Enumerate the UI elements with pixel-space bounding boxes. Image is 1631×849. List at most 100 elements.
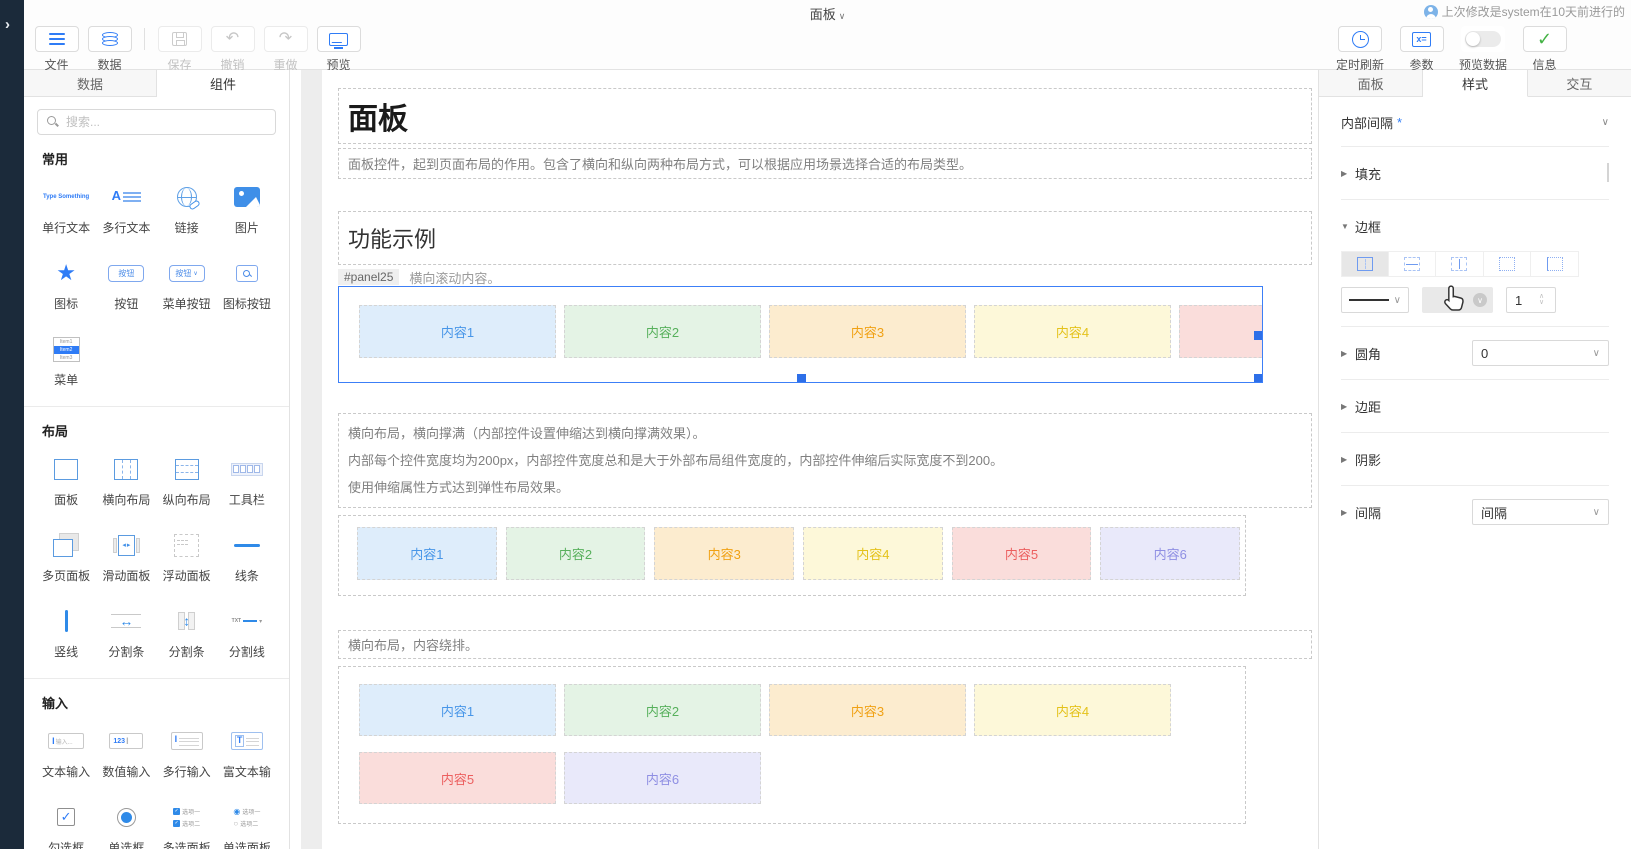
expand-panel-icon[interactable]: › (5, 16, 10, 33)
content-box[interactable]: 内容5 (359, 752, 556, 804)
panel-content-wrap[interactable]: 内容1 内容2 内容3 内容4 内容5 内容6 (338, 666, 1246, 824)
radius-row[interactable]: ▶ 圆角 0 ∨ (1341, 340, 1609, 366)
component-h-layout[interactable]: 横向布局 (96, 452, 156, 508)
component-line[interactable]: 线条 (217, 528, 277, 584)
component-label: 图标 (54, 297, 79, 311)
component-radio-panel[interactable]: ◉ 选项一 ○ 选项二 单选面板 (217, 800, 277, 849)
content-box[interactable]: 内容6 (1100, 527, 1241, 580)
border-left-button[interactable] (1531, 251, 1579, 277)
border-inner-vertical-button[interactable] (1436, 251, 1484, 277)
component-splitter-h[interactable]: ↔ 分割条 (96, 604, 156, 660)
content-box[interactable]: 内容2 (505, 527, 646, 580)
content-box[interactable]: 内容2 (564, 684, 761, 736)
stepper-icons[interactable]: ∧ ∨ (1539, 293, 1544, 306)
component-menu-button[interactable]: 按钮 ∨ 菜单按钮 (157, 256, 217, 312)
search-input[interactable] (37, 109, 276, 135)
file-button[interactable]: 文件 (30, 26, 83, 73)
component-checkbox-panel[interactable]: ✓ 选项一 ✓ 选项二 多选面板 (157, 800, 217, 849)
component-image[interactable]: 图片 (217, 180, 277, 236)
component-vline[interactable]: 竖线 (36, 604, 96, 660)
component-grid-input: I 输入... 文本输入 123 I 数值输入 I 多行输入 T 富文本输 ✓ 勾选… (36, 724, 277, 849)
component-v-layout[interactable]: 纵向布局 (157, 452, 217, 508)
border-all-button[interactable] (1341, 251, 1389, 277)
section-heading-widget[interactable]: 功能示例 (338, 211, 1312, 265)
wrap-text-widget[interactable]: 横向布局，内容绕排。 (338, 630, 1312, 659)
panel3-box-wrap: 内容1 内容2 内容3 内容4 内容5 内容6 (359, 684, 1229, 804)
timer-refresh-button[interactable]: 定时刷新 (1329, 26, 1391, 73)
border-row[interactable]: ▼ 边框 (1341, 213, 1609, 239)
paragraph-text-widget[interactable]: 横向布局，横向撑满（内部控件设置伸缩达到横向撑满效果）。 内部每个控件宽度均为2… (338, 413, 1312, 508)
content-box[interactable]: 内容6 (564, 752, 761, 804)
content-box[interactable]: 内容4 (974, 684, 1171, 736)
component-slide-panel[interactable]: ◂ ▸ 滑动面板 (96, 528, 156, 584)
component-menu[interactable]: Item1 Item2 Item3 菜单 (36, 332, 96, 388)
border-inner-horizontal-button[interactable] (1388, 251, 1437, 277)
radius-label: 圆角 (1355, 346, 1382, 362)
content-box[interactable]: 内容4 (974, 305, 1171, 358)
component-button[interactable]: 按钮 按钮 (96, 256, 156, 312)
preview-data-toggle[interactable]: 预览数据 (1452, 26, 1514, 73)
panel-horizontal-stretch[interactable]: 内容1 内容2 内容3 内容4 内容5 内容6 (338, 515, 1246, 596)
tab-interaction[interactable]: 交互 (1527, 70, 1631, 97)
params-button[interactable]: x= 参数 (1395, 26, 1448, 73)
content-box[interactable]: 内容3 (654, 527, 795, 580)
fill-none-swatch[interactable] (1607, 163, 1609, 182)
tab-data[interactable]: 数据 (24, 70, 157, 97)
content-box[interactable]: 内容3 (769, 305, 966, 358)
border-width-field[interactable] (1507, 292, 1537, 308)
info-button[interactable]: ✓ 信息 (1518, 26, 1571, 73)
component-richtext-input[interactable]: T 富文本输 (217, 724, 277, 780)
content-box[interactable]: 内容4 (803, 527, 943, 580)
border-width-input[interactable]: ∧∨ (1506, 287, 1556, 313)
resize-handle-right[interactable] (1254, 331, 1262, 340)
component-single-text[interactable]: Type Something 单行文本 (36, 180, 96, 236)
component-checkbox[interactable]: ✓ 勾选框 (36, 800, 96, 849)
user-avatar-icon (1423, 4, 1438, 19)
border-style-select[interactable]: ∨ (1341, 287, 1409, 313)
component-multipage-panel[interactable]: 多页面板 (36, 528, 96, 584)
tab-panel[interactable]: 面板 (1319, 70, 1424, 97)
component-divider-line[interactable]: TXT ▾ 分割线 (217, 604, 277, 660)
gap-select[interactable]: 间隔 ∨ (1472, 499, 1609, 525)
resize-handle-bottom-right[interactable] (1254, 374, 1262, 382)
document-title-dropdown[interactable]: 面板 ∨ (24, 4, 1631, 23)
preview-button[interactable]: 预览 (312, 26, 365, 73)
float-panel-icon (174, 533, 200, 557)
resize-handle-bottom[interactable] (797, 374, 806, 382)
design-canvas[interactable]: 面板 面板控件，起到页面布局的作用。包含了横向和纵向两种布局方式，可以根据应用场… (290, 70, 1318, 849)
gap-row[interactable]: ▶ 间隔 间隔 ∨ (1341, 499, 1609, 525)
content-box[interactable]: 内容5 (1179, 305, 1262, 358)
margin-row[interactable]: ▶ 边距 (1341, 393, 1609, 419)
component-float-panel[interactable]: 浮动面板 (157, 528, 217, 584)
description-text-widget[interactable]: 面板控件，起到页面布局的作用。包含了横向和纵向两种布局方式，可以根据应用场景选择… (338, 148, 1312, 179)
component-multiline-input[interactable]: I 多行输入 (157, 724, 217, 780)
content-box[interactable]: 内容5 (951, 527, 1092, 580)
selected-panel-horizontal-scroll[interactable]: 内容1内容2内容3内容4内容5 (338, 286, 1263, 383)
component-icon-button[interactable]: 图标按钮 (217, 256, 277, 312)
component-radio[interactable]: 单选框 (96, 800, 156, 849)
inner-gap-header[interactable]: 内部间隔 * ∨ (1341, 97, 1609, 147)
content-box[interactable]: 内容2 (564, 305, 761, 358)
content-box[interactable]: 内容1 (357, 527, 497, 580)
border-none-button[interactable] (1483, 251, 1532, 277)
data-button[interactable]: 数据 (83, 26, 136, 73)
component-number-input[interactable]: 123 I 数值输入 (96, 724, 156, 780)
component-text-input[interactable]: I 输入... 文本输入 (36, 724, 96, 780)
component-panel[interactable]: 面板 (36, 452, 96, 508)
title-text-widget[interactable]: 面板 (338, 88, 1312, 144)
tab-components[interactable]: 组件 (157, 70, 289, 97)
border-color-picker[interactable]: ∨ (1422, 287, 1493, 313)
radius-select[interactable]: 0 ∨ (1472, 340, 1609, 366)
section-divider (24, 678, 289, 679)
content-box[interactable]: 内容1 (359, 305, 556, 358)
content-box[interactable]: 内容3 (769, 684, 966, 736)
shadow-row[interactable]: ▶ 阴影 (1341, 446, 1609, 472)
component-icon[interactable]: ★ 图标 (36, 256, 96, 312)
component-multi-text[interactable]: A 多行文本 (96, 180, 156, 236)
content-box[interactable]: 内容1 (359, 684, 556, 736)
tab-style[interactable]: 样式 (1423, 70, 1528, 97)
component-toolbar[interactable]: 工具栏 (217, 452, 277, 508)
component-link[interactable]: 链接 (157, 180, 217, 236)
fill-row[interactable]: ▶ 填充 (1341, 160, 1609, 186)
component-splitter-v[interactable]: ↕ 分割条 (157, 604, 217, 660)
